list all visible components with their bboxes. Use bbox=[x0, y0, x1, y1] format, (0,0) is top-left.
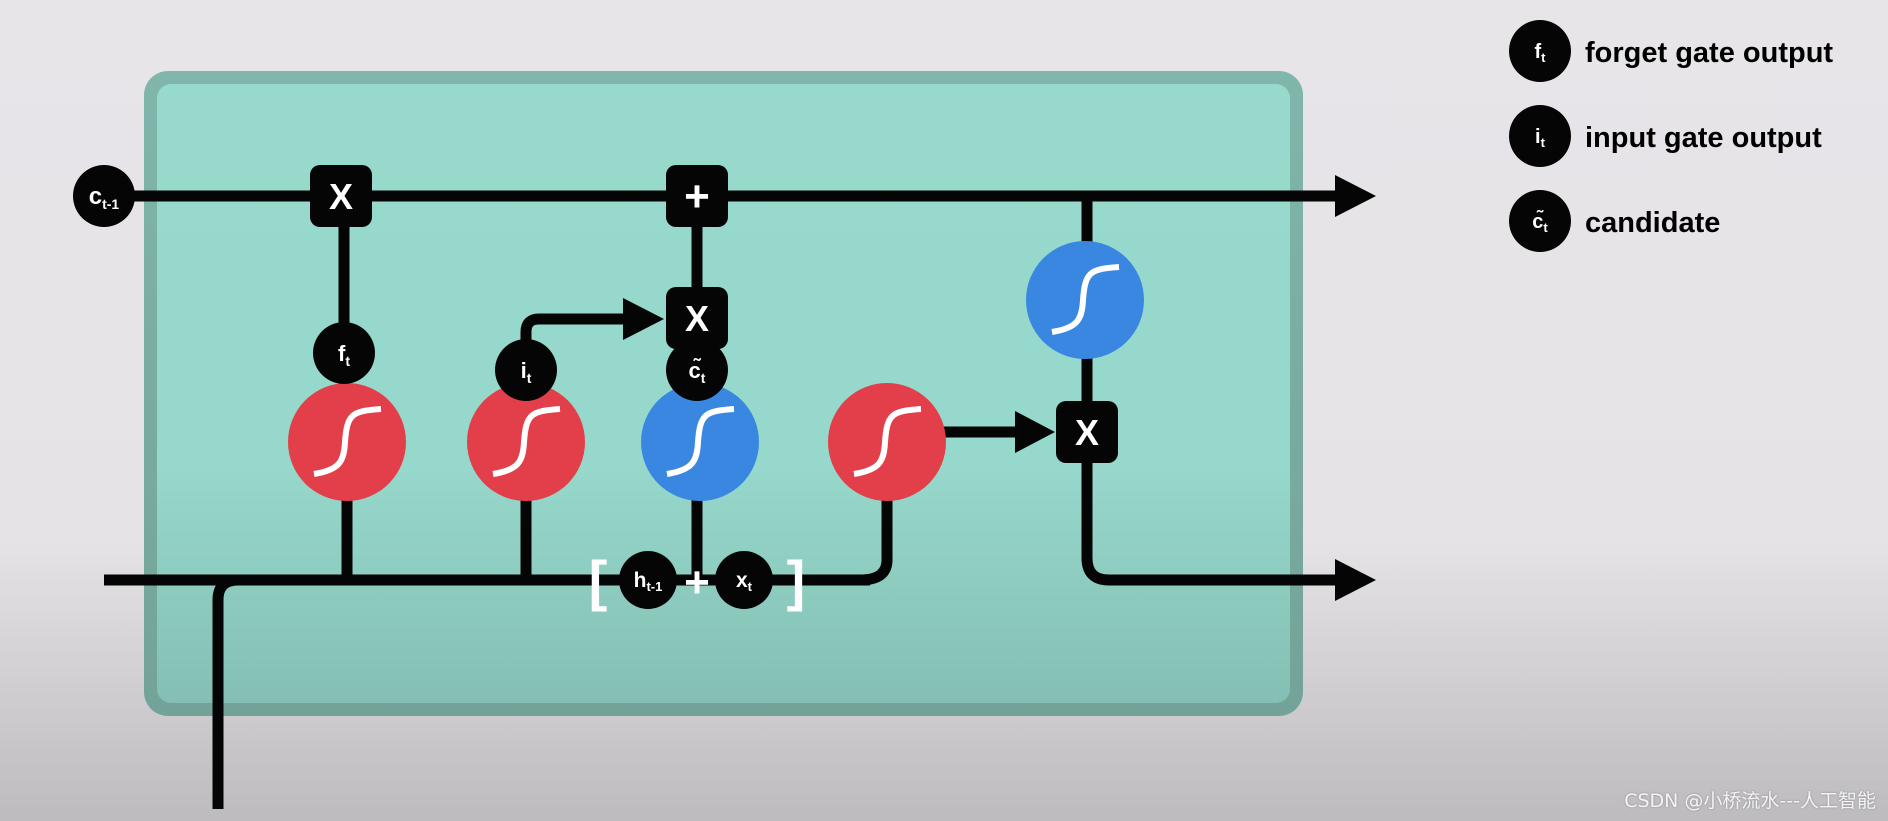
forget-gate-sigmoid bbox=[288, 383, 406, 501]
bracket-close: ] bbox=[787, 549, 806, 612]
node-i: it bbox=[495, 339, 557, 401]
watermark: CSDN @小桥流水---人工智能 bbox=[1624, 790, 1876, 812]
bracket-open: [ bbox=[589, 549, 608, 612]
node-x: xt bbox=[715, 551, 773, 609]
node-c-tilde: c̃t bbox=[666, 339, 728, 401]
legend-item-input: it input gate output bbox=[1509, 105, 1822, 167]
concat-plus: + bbox=[684, 558, 710, 607]
legend-item-forget: ft forget gate output bbox=[1509, 20, 1833, 82]
legend-label: forget gate output bbox=[1585, 37, 1833, 69]
output-mul-op: X bbox=[1056, 401, 1118, 463]
node-f: ft bbox=[313, 322, 375, 384]
lstm-diagram: X + X X [ ] ct-1 ft it c̃t ht-1 + xt ft … bbox=[73, 20, 1833, 809]
forget-mul-op: X bbox=[310, 165, 372, 227]
cell-output-tanh bbox=[1026, 241, 1144, 359]
mul-label: X bbox=[685, 298, 709, 339]
legend: ft forget gate output it input gate outp… bbox=[1509, 20, 1833, 252]
legend-item-candidate: c̃t candidate bbox=[1509, 190, 1720, 252]
cell-state-arrow-icon bbox=[1335, 175, 1376, 217]
hidden-out-arrow-icon bbox=[1335, 559, 1376, 601]
add-op: + bbox=[666, 165, 728, 227]
mul-label: X bbox=[1075, 412, 1099, 453]
node-c-prev: ct-1 bbox=[73, 165, 135, 227]
mul-label: X bbox=[329, 176, 353, 217]
output-gate-sigmoid bbox=[828, 383, 946, 501]
legend-label: candidate bbox=[1585, 207, 1720, 239]
add-label: + bbox=[684, 172, 710, 221]
legend-label: input gate output bbox=[1585, 122, 1822, 154]
node-h-prev: ht-1 bbox=[619, 551, 677, 609]
